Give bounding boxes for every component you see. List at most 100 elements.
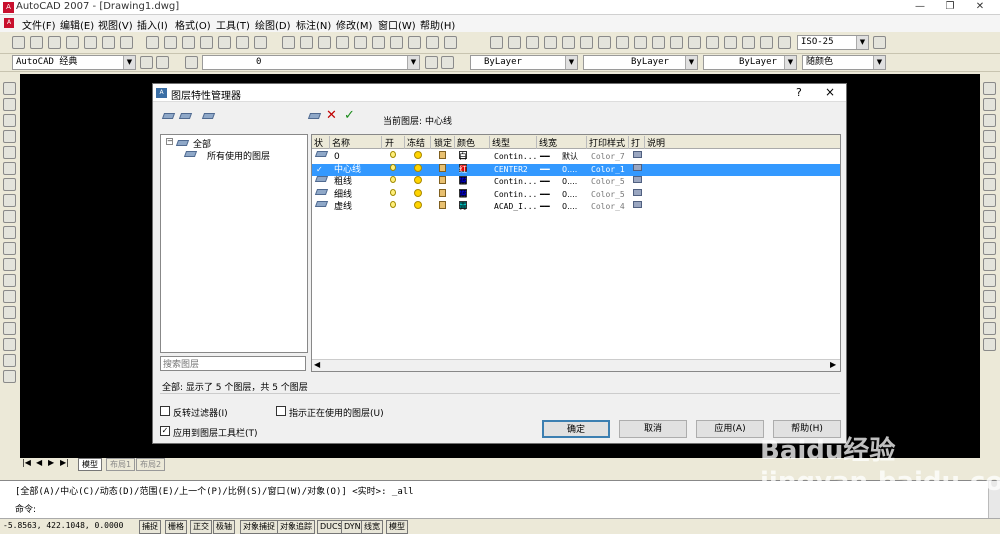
revision-cloud-icon[interactable]: [3, 194, 16, 207]
chamfer-icon[interactable]: [983, 306, 996, 319]
tool-palettes-icon[interactable]: [390, 36, 403, 49]
new-group-filter-icon[interactable]: [178, 111, 194, 123]
zoom-realtime-icon[interactable]: [300, 36, 313, 49]
ok-button[interactable]: 确定: [542, 420, 610, 438]
make-block-icon[interactable]: [3, 274, 16, 287]
lineweight-combo[interactable]: ByLayer ▼: [703, 55, 797, 70]
rotate-icon[interactable]: [983, 178, 996, 191]
baseline-dim-icon[interactable]: [652, 36, 665, 49]
design-center-icon[interactable]: [372, 36, 385, 49]
new-icon[interactable]: [12, 36, 25, 49]
layer-name[interactable]: 0: [334, 151, 340, 163]
circle-icon[interactable]: [3, 178, 16, 191]
plot-preview-icon[interactable]: [84, 36, 97, 49]
col-name[interactable]: 名称: [332, 136, 382, 149]
zoom-window-icon[interactable]: [318, 36, 331, 49]
menu-draw[interactable]: 绘图(D): [255, 17, 291, 32]
match-properties-icon[interactable]: [200, 36, 213, 49]
3d-dwf-icon[interactable]: [120, 36, 133, 49]
erase-icon[interactable]: [983, 82, 996, 95]
make-current-layer-icon[interactable]: [425, 56, 438, 69]
offset-icon[interactable]: [983, 130, 996, 143]
construction-line-icon[interactable]: [3, 98, 16, 111]
open-icon[interactable]: [30, 36, 43, 49]
status-toggle[interactable]: 线宽: [361, 520, 383, 534]
diameter-dim-icon[interactable]: [598, 36, 611, 49]
layer-name[interactable]: 细线: [334, 189, 352, 201]
color-combo[interactable]: ByLayer ▼: [470, 55, 578, 70]
menu-view[interactable]: 视图(V): [98, 17, 133, 32]
angular-dim-icon[interactable]: [616, 36, 629, 49]
undo-icon[interactable]: [236, 36, 249, 49]
scroll-right-icon[interactable]: ▶: [830, 360, 836, 369]
layer-row[interactable]: 虚线 青 ACAD_I... ━━ 0.... Color_4: [312, 201, 840, 213]
hatch-icon[interactable]: [3, 306, 16, 319]
print-icon[interactable]: [66, 36, 79, 49]
break-icon[interactable]: [983, 274, 996, 287]
dim-update-icon[interactable]: [778, 36, 791, 49]
center-mark-icon[interactable]: [724, 36, 737, 49]
last-tab-icon[interactable]: ▶|: [60, 458, 69, 467]
menu-format[interactable]: 格式(O): [175, 17, 211, 32]
layer-lineweight[interactable]: 0....: [562, 189, 577, 201]
layer-linetype[interactable]: CENTER2: [494, 164, 528, 176]
layer-previous-icon[interactable]: [441, 56, 454, 69]
array-icon[interactable]: [983, 146, 996, 159]
dim-style-icon[interactable]: [873, 36, 886, 49]
radius-dim-icon[interactable]: [562, 36, 575, 49]
layer-states-icon[interactable]: [201, 111, 217, 123]
status-toggle[interactable]: 对象捕捉: [240, 520, 278, 534]
col-on[interactable]: 开: [385, 136, 405, 149]
col-linetype[interactable]: 线型: [492, 136, 537, 149]
cancel-button[interactable]: 取消: [619, 420, 687, 438]
workspace-combo[interactable]: AutoCAD 经典 ▼: [12, 55, 136, 70]
layer-lineweight[interactable]: 0....: [562, 164, 577, 176]
layer-linetype[interactable]: Contin...: [494, 151, 537, 163]
layer-row[interactable]: ✓ 中心线 红 CENTER2 ━━ 0.... Color_1: [312, 163, 840, 176]
extend-icon[interactable]: [983, 242, 996, 255]
layer-name[interactable]: 虚线: [334, 201, 352, 213]
menu-help[interactable]: 帮助(H): [420, 17, 455, 32]
menu-tools[interactable]: 工具(T): [216, 17, 250, 32]
zoom-previous-icon[interactable]: [336, 36, 349, 49]
menu-window[interactable]: 窗口(W): [378, 17, 416, 32]
close-icon[interactable]: ✕: [965, 0, 995, 14]
trim-icon[interactable]: [983, 226, 996, 239]
tab-layout2[interactable]: 布局2: [136, 458, 166, 471]
layer-manager-icon[interactable]: [185, 56, 198, 69]
copy-icon[interactable]: [164, 36, 177, 49]
dimstyle-combo[interactable]: ISO-25 ▼: [797, 35, 869, 50]
calculator-icon[interactable]: [444, 36, 457, 49]
polygon-icon[interactable]: [3, 130, 16, 143]
status-toggle[interactable]: 栅格: [165, 520, 187, 534]
workspace-settings-icon[interactable]: [140, 56, 153, 69]
point-icon[interactable]: [3, 290, 16, 303]
restore-icon[interactable]: ❐: [935, 0, 965, 14]
workspace-save-icon[interactable]: [156, 56, 169, 69]
markup-icon[interactable]: [426, 36, 439, 49]
status-toggle[interactable]: 模型: [386, 520, 408, 534]
insert-block-icon[interactable]: [3, 258, 16, 271]
status-toggle[interactable]: 正交: [190, 520, 212, 534]
apply-button[interactable]: 应用(A): [696, 420, 764, 438]
publish-icon[interactable]: [102, 36, 115, 49]
status-toggle[interactable]: 对象追踪: [277, 520, 315, 534]
layer-name[interactable]: 中心线: [334, 164, 361, 176]
layer-combo[interactable]: 0 ▼: [202, 55, 420, 70]
tab-layout1[interactable]: 布局1: [106, 458, 136, 471]
set-current-icon[interactable]: ✓: [344, 108, 355, 123]
plotstyle-combo[interactable]: 随颜色 ▼: [802, 55, 886, 70]
explode-icon[interactable]: [983, 338, 996, 351]
new-layer-icon[interactable]: [307, 111, 323, 123]
horizontal-scrollbar[interactable]: ◀ ▶: [312, 359, 840, 371]
menu-dimension[interactable]: 标注(N): [296, 17, 331, 32]
col-status[interactable]: 状: [314, 136, 330, 149]
tab-model[interactable]: 模型: [78, 458, 102, 471]
linetype-combo[interactable]: ByLayer ▼: [583, 55, 698, 70]
col-lineweight[interactable]: 线宽: [539, 136, 587, 149]
quick-dim-icon[interactable]: [634, 36, 647, 49]
minimize-icon[interactable]: —: [905, 0, 935, 14]
new-filter-icon[interactable]: [161, 111, 177, 123]
ellipse-arc-icon[interactable]: [3, 242, 16, 255]
join-icon[interactable]: [983, 290, 996, 303]
